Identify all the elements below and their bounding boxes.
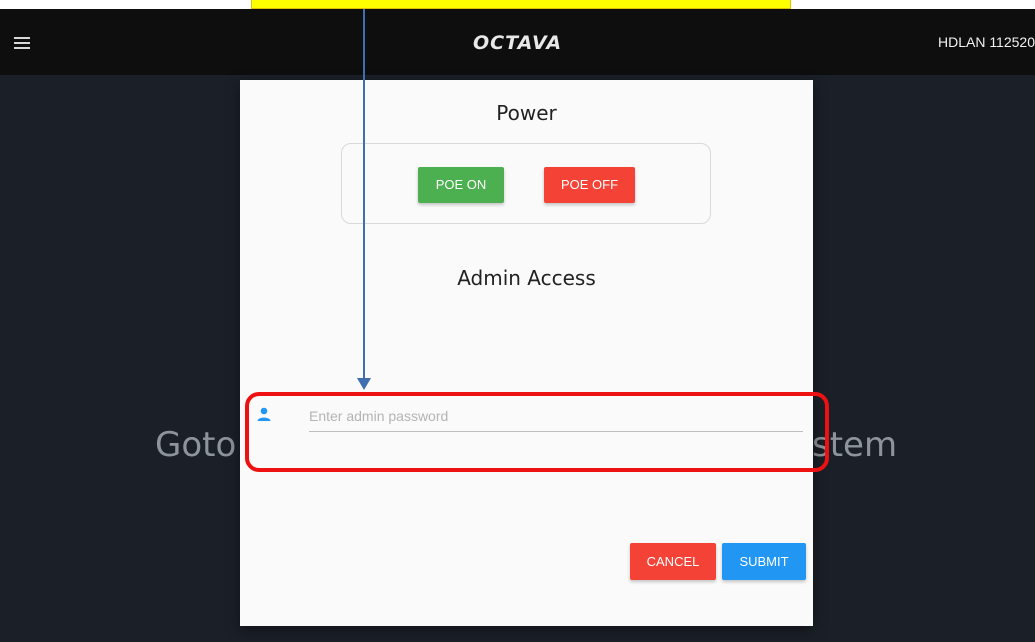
admin-modal: Power POE ON POE OFF Admin Access CANCEL… — [240, 80, 813, 626]
top-bar: OCTAVA HDLAN 112520 — [0, 9, 1035, 75]
callout-box — [251, 0, 791, 9]
annotation-arrow-head — [357, 378, 371, 390]
submit-button[interactable]: SUBMIT — [722, 543, 806, 580]
power-title: Power — [496, 101, 557, 125]
brand-logo: OCTAVA — [473, 32, 563, 54]
annotation-arrow-line — [363, 9, 365, 379]
admin-access-title: Admin Access — [457, 266, 596, 290]
cancel-button[interactable]: CANCEL — [630, 543, 716, 580]
power-panel: POE ON POE OFF — [341, 143, 711, 224]
menu-icon[interactable] — [14, 37, 30, 49]
device-name: HDLAN 112520 — [937, 34, 1035, 50]
background-text-left: Goto — [155, 425, 237, 465]
poe-off-button[interactable]: POE OFF — [544, 167, 635, 203]
poe-on-button[interactable]: POE ON — [418, 167, 504, 203]
annotation-highlight-box — [245, 392, 829, 472]
